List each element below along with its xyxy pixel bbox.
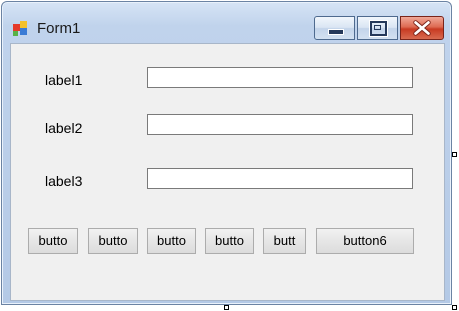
form-client-area: label1 label2 label3 butto butto butto b… <box>10 43 445 301</box>
resize-grip-right[interactable] <box>452 152 457 157</box>
textbox2[interactable] <box>147 114 413 135</box>
textbox1[interactable] <box>147 67 413 88</box>
close-icon <box>413 20 431 36</box>
maximize-button[interactable] <box>357 16 398 40</box>
button1[interactable]: butto <box>28 228 78 254</box>
app-icon <box>13 21 29 37</box>
label2: label2 <box>45 120 83 136</box>
label1: label1 <box>45 72 83 88</box>
minimize-button[interactable] <box>314 16 355 40</box>
window-title: Form1 <box>37 20 81 37</box>
form-window: Form1 label1 label2 label3 butto butto b… <box>1 1 452 305</box>
minimize-icon <box>328 29 344 35</box>
label3: label3 <box>45 173 83 189</box>
resize-grip-corner[interactable] <box>452 305 457 310</box>
title-bar[interactable]: Form1 <box>2 2 451 42</box>
maximize-icon <box>370 21 387 36</box>
button2[interactable]: butto <box>88 228 138 254</box>
button4[interactable]: butto <box>205 228 254 254</box>
resize-grip-bottom[interactable] <box>224 305 229 310</box>
button5[interactable]: butt <box>263 228 306 254</box>
button3[interactable]: butto <box>147 228 196 254</box>
textbox3[interactable] <box>147 168 413 189</box>
close-button[interactable] <box>400 16 444 40</box>
button6[interactable]: button6 <box>316 228 414 254</box>
